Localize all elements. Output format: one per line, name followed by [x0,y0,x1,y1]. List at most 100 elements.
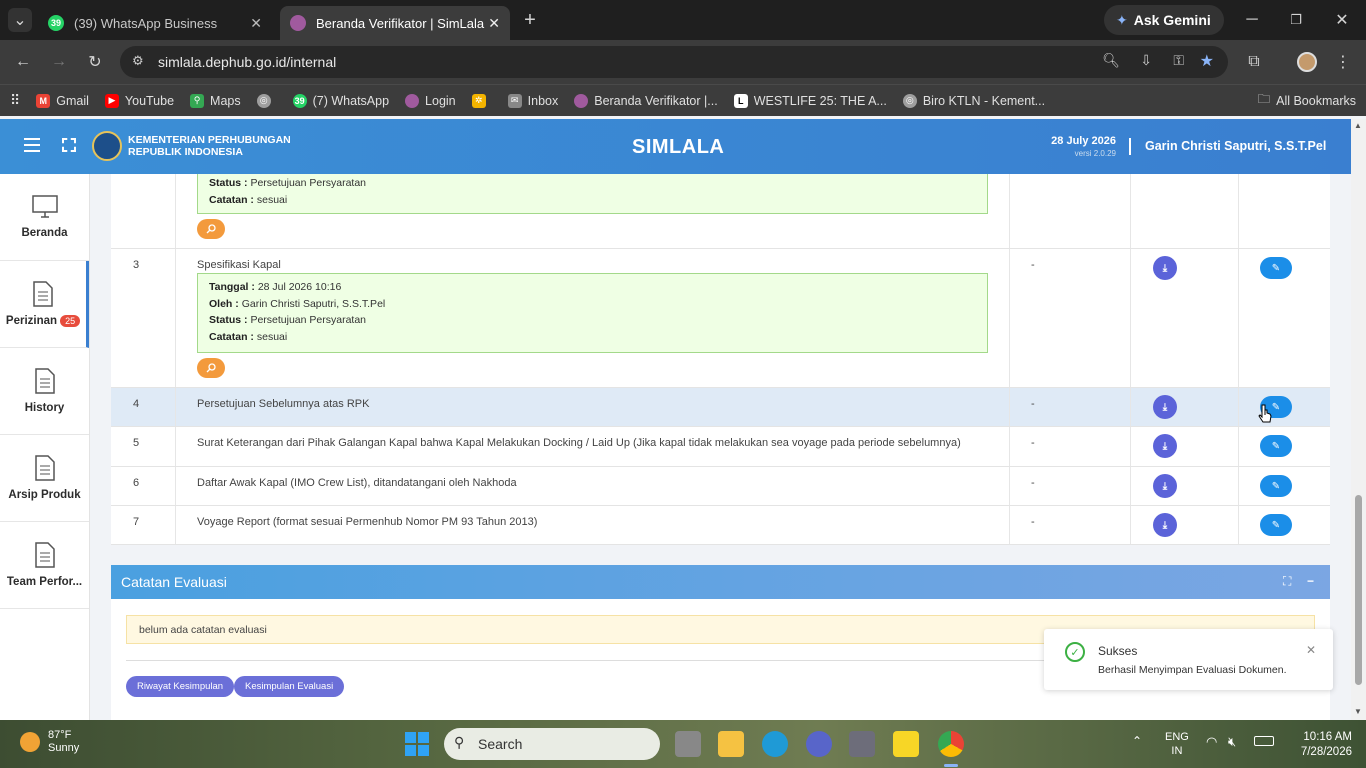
hamburger-menu-icon[interactable] [24,138,40,152]
collapse-minus-icon[interactable]: − [1307,574,1314,588]
row-value: - [1031,516,1035,528]
tab-search-chevron-icon[interactable]: ⌄ [8,8,32,32]
kesimpulan-evaluasi-button[interactable]: Kesimpulan Evaluasi [234,676,345,697]
sidebar-item-history[interactable]: History [0,348,89,435]
minimize-icon[interactable]: ─ [1240,8,1264,32]
user-name[interactable]: Garin Christi Saputri, S.S.T.Pel [1145,139,1326,153]
edge-icon[interactable] [762,731,788,757]
scroll-down-arrow-icon[interactable]: ▼ [1354,707,1362,716]
sidebar-item-team-performance[interactable]: Team Perfor... [0,522,89,609]
sticky-notes-icon[interactable] [893,731,919,757]
tab-close-icon[interactable]: ✕ [250,15,262,32]
search-note-button[interactable] [197,219,225,239]
row-value: - [1031,259,1035,271]
edit-icon: ✎ [1271,480,1281,492]
profile-avatar[interactable] [1297,52,1317,72]
bookmark-whatsapp[interactable]: 39 (7) WhatsApp [285,93,397,108]
language-indicator[interactable]: ENG IN [1165,730,1189,758]
globe-icon: ◎ [256,93,271,108]
battery-icon[interactable] [1254,736,1274,746]
fullscreen-icon[interactable] [62,138,76,152]
weather-widget[interactable]: 87°F Sunny [20,729,79,755]
bookmark-star-icon[interactable]: ★ [1200,51,1214,71]
file-explorer-icon[interactable] [718,731,744,757]
scroll-up-arrow-icon[interactable]: ▲ [1354,121,1362,130]
row-value: - [1031,398,1035,410]
sidebar-item-beranda[interactable]: Beranda [0,174,89,261]
volume-muted-icon[interactable]: 🔇︎ [1228,734,1236,750]
ministry-brand: KEMENTERIAN PERHUBUNGAN REPUBLIK INDONES… [92,131,291,161]
bookmark-westlife[interactable]: L WESTLIFE 25: THE A... [726,93,895,108]
tab-title: Beranda Verifikator | SimLala [316,15,485,31]
toast-close-icon[interactable]: ✕ [1306,643,1316,657]
scrollbar-thumb[interactable] [1355,495,1362,685]
tab-beranda-verifikator[interactable]: Beranda Verifikator | SimLala ✕ [280,6,510,40]
install-app-icon[interactable]: ⇩ [1140,52,1152,69]
camera-icon[interactable] [849,731,875,757]
bookmark-beranda-verifikator[interactable]: Beranda Verifikator |... [566,93,725,108]
bookmark-gmail[interactable]: M Gmail [28,93,97,108]
download-button[interactable]: ⤓ [1153,474,1177,498]
gemini-sparkle-icon: ✦ [1116,11,1128,28]
riwayat-kesimpulan-button[interactable]: Riwayat Kesimpulan [126,676,235,697]
bookmark-maps[interactable]: ⚲ Maps [182,93,249,108]
download-button[interactable]: ⤓ [1153,434,1177,458]
row-number: 7 [133,516,140,528]
document-name: Voyage Report (format sesuai Permenhub N… [197,516,538,528]
row-number: 5 [133,437,140,449]
apps-grid-icon[interactable]: ⠿ [10,92,20,109]
app-icon[interactable] [806,731,832,757]
download-button[interactable]: ⤓ [1153,395,1177,419]
password-key-icon[interactable]: ⚿ [1173,52,1184,69]
tab-close-icon[interactable]: ✕ [488,15,500,32]
bookmark-globe[interactable]: ◎ [249,93,285,108]
browser-menu-icon[interactable]: ⋮ [1331,50,1355,74]
document-name: Persetujuan Sebelumnya atas RPK [197,398,370,410]
all-bookmarks-button[interactable]: 🗀 All Bookmarks [1250,90,1364,111]
chrome-icon[interactable] [938,731,964,757]
download-icon: ⤓ [1162,262,1168,274]
forward-arrow-icon[interactable]: → [47,50,71,74]
bookmark-youtube[interactable]: ▶ YouTube [97,93,182,108]
table-row: 3 Spesifikasi Kapal Tanggal : 28 Jul 202… [111,249,1330,388]
site-info-icon[interactable]: ⚙ [132,53,144,69]
edit-button[interactable]: ✎ [1260,435,1292,457]
windows-start-icon[interactable] [405,732,429,756]
search-note-button[interactable] [197,358,225,378]
edit-button[interactable]: ✎ [1260,257,1292,279]
tray-chevron-icon[interactable]: ⌃ [1132,734,1142,748]
tab-whatsapp-business[interactable]: 39 (39) WhatsApp Business ✕ [38,6,272,40]
address-bar[interactable]: ⚙ simlala.dephub.go.id/internal 🔍︎ ⇩ ⚿ ★ [120,46,1228,78]
sidebar-item-perizinan[interactable]: Perizinan 25 [0,261,89,348]
edit-button[interactable]: ✎ [1260,475,1292,497]
bookmark-inbox[interactable]: ✉ Inbox [500,93,567,108]
mouse-pointer-icon [1258,404,1272,423]
bookmark-login[interactable]: Login [397,93,464,108]
tab-title: (39) WhatsApp Business [74,15,218,31]
edit-button[interactable]: ✎ [1260,514,1292,536]
evaluation-note: Tanggal : 28 Jul 2026 10:16 Oleh : Garin… [197,273,988,353]
back-arrow-icon[interactable]: ← [11,50,35,74]
close-window-icon[interactable]: ✕ [1330,8,1354,32]
restore-icon[interactable]: ❐ [1284,8,1308,32]
maps-icon: ⚲ [190,93,205,108]
taskbar-search[interactable]: ⚲ Search [444,728,660,760]
reload-icon[interactable]: ↻ [83,50,107,74]
download-button[interactable]: ⤓ [1153,513,1177,537]
bookmark-pinwheel[interactable]: ✲ [464,93,500,108]
page-scrollbar[interactable]: ▲ ▼ [1351,119,1366,720]
extensions-puzzle-icon[interactable]: ⧉ [1242,50,1266,74]
bookmark-biro-ktln[interactable]: ◎ Biro KTLN - Kement... [895,93,1053,108]
expand-icon[interactable]: ⛶ [1283,574,1291,589]
task-view-icon[interactable] [675,731,701,757]
edit-icon: ✎ [1271,262,1281,274]
new-tab-plus-icon[interactable]: + [518,8,542,32]
download-button[interactable]: ⤓ [1153,256,1177,280]
zoom-icon[interactable]: 🔍︎ [1102,52,1120,69]
wifi-icon[interactable]: ◠ [1206,734,1217,750]
system-clock[interactable]: 10:16 AM 7/28/2026 [1282,730,1352,760]
ask-gemini-button[interactable]: ✦ Ask Gemini [1104,5,1224,35]
sidebar-item-arsip-produk[interactable]: Arsip Produk [0,435,89,522]
login-icon [405,93,420,108]
download-icon: ⤓ [1162,480,1168,492]
